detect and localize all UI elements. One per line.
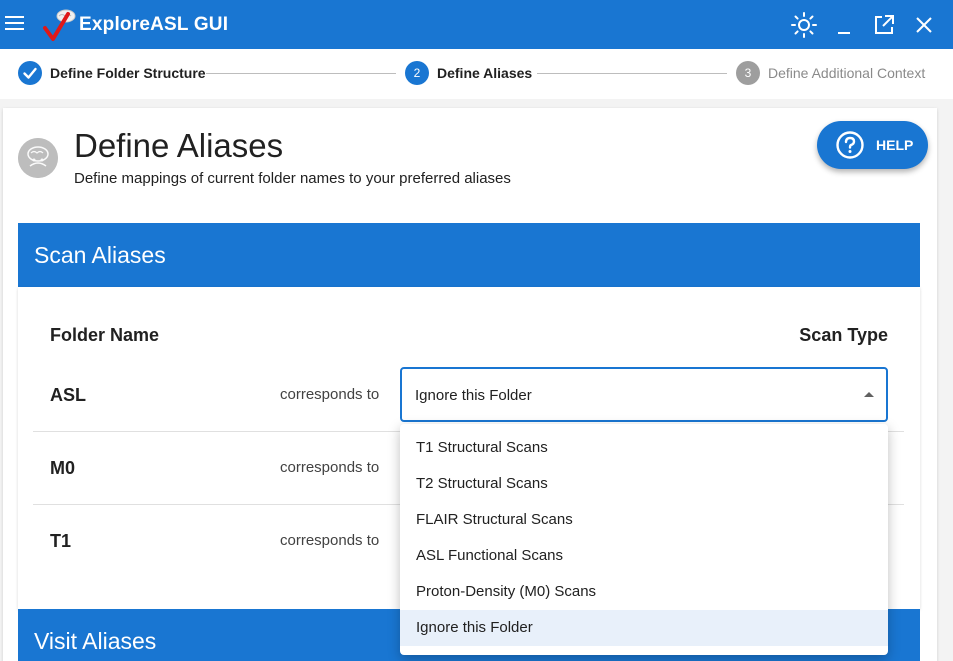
stepper: Define Folder Structure 2 Define Aliases… <box>0 49 953 99</box>
step-connector <box>537 73 727 74</box>
folder-name-t1: T1 <box>50 531 72 551</box>
scan-type-column-header: Scan Type <box>799 325 888 345</box>
app-bar: ExploreASL GUI <box>0 0 953 49</box>
dropdown-option[interactable]: T1 Structural Scans <box>400 430 888 466</box>
dropdown-option[interactable]: ASL Functional Scans <box>400 538 888 574</box>
page-subtitle: Define mappings of current folder names … <box>74 170 511 187</box>
caret-up-icon <box>864 392 874 397</box>
brain-avatar-icon <box>18 138 58 178</box>
help-button-label: HELP <box>876 137 914 153</box>
dropdown-option-selected[interactable]: Ignore this Folder <box>400 610 888 646</box>
dropdown-option[interactable]: Proton-Density (M0) Scans <box>400 574 888 610</box>
corresponds-to-label: corresponds to <box>280 386 380 403</box>
open-external-icon[interactable] <box>870 11 898 39</box>
exploreasl-logo-icon <box>43 9 76 41</box>
corresponds-to-label: corresponds to <box>280 532 380 549</box>
step-2-number[interactable]: 2 <box>405 61 429 85</box>
page-title: Define Aliases <box>74 127 284 164</box>
hamburger-menu-icon[interactable] <box>5 16 24 32</box>
step-1-label[interactable]: Define Folder Structure <box>50 65 206 81</box>
step-3-label[interactable]: Define Additional Context <box>768 65 925 81</box>
scan-type-select-asl[interactable]: Ignore this Folder <box>400 367 888 422</box>
step-connector <box>206 73 396 74</box>
corresponds-to-label: corresponds to <box>280 459 380 476</box>
close-icon[interactable] <box>910 11 938 39</box>
step-3-number[interactable]: 3 <box>736 61 760 85</box>
folder-name-asl: ASL <box>50 385 86 405</box>
help-question-icon <box>836 131 864 159</box>
folder-name-m0: M0 <box>50 458 76 478</box>
scan-type-dropdown-menu: T1 Structural Scans T2 Structural Scans … <box>400 424 888 655</box>
step-2-label[interactable]: Define Aliases <box>437 65 532 81</box>
dropdown-option[interactable]: T2 Structural Scans <box>400 466 888 502</box>
minimize-icon[interactable] <box>830 11 858 39</box>
app-title: ExploreASL GUI <box>79 14 229 35</box>
theme-toggle-icon[interactable] <box>790 11 818 39</box>
dropdown-option[interactable]: FLAIR Structural Scans <box>400 502 888 538</box>
folder-name-column-header: Folder Name <box>50 325 160 345</box>
scan-type-select-value: Ignore this Folder <box>415 387 532 404</box>
step-1-completed-check-icon[interactable] <box>18 61 42 85</box>
scan-aliases-header: Scan Aliases <box>18 223 920 287</box>
help-button[interactable]: HELP <box>817 121 928 169</box>
